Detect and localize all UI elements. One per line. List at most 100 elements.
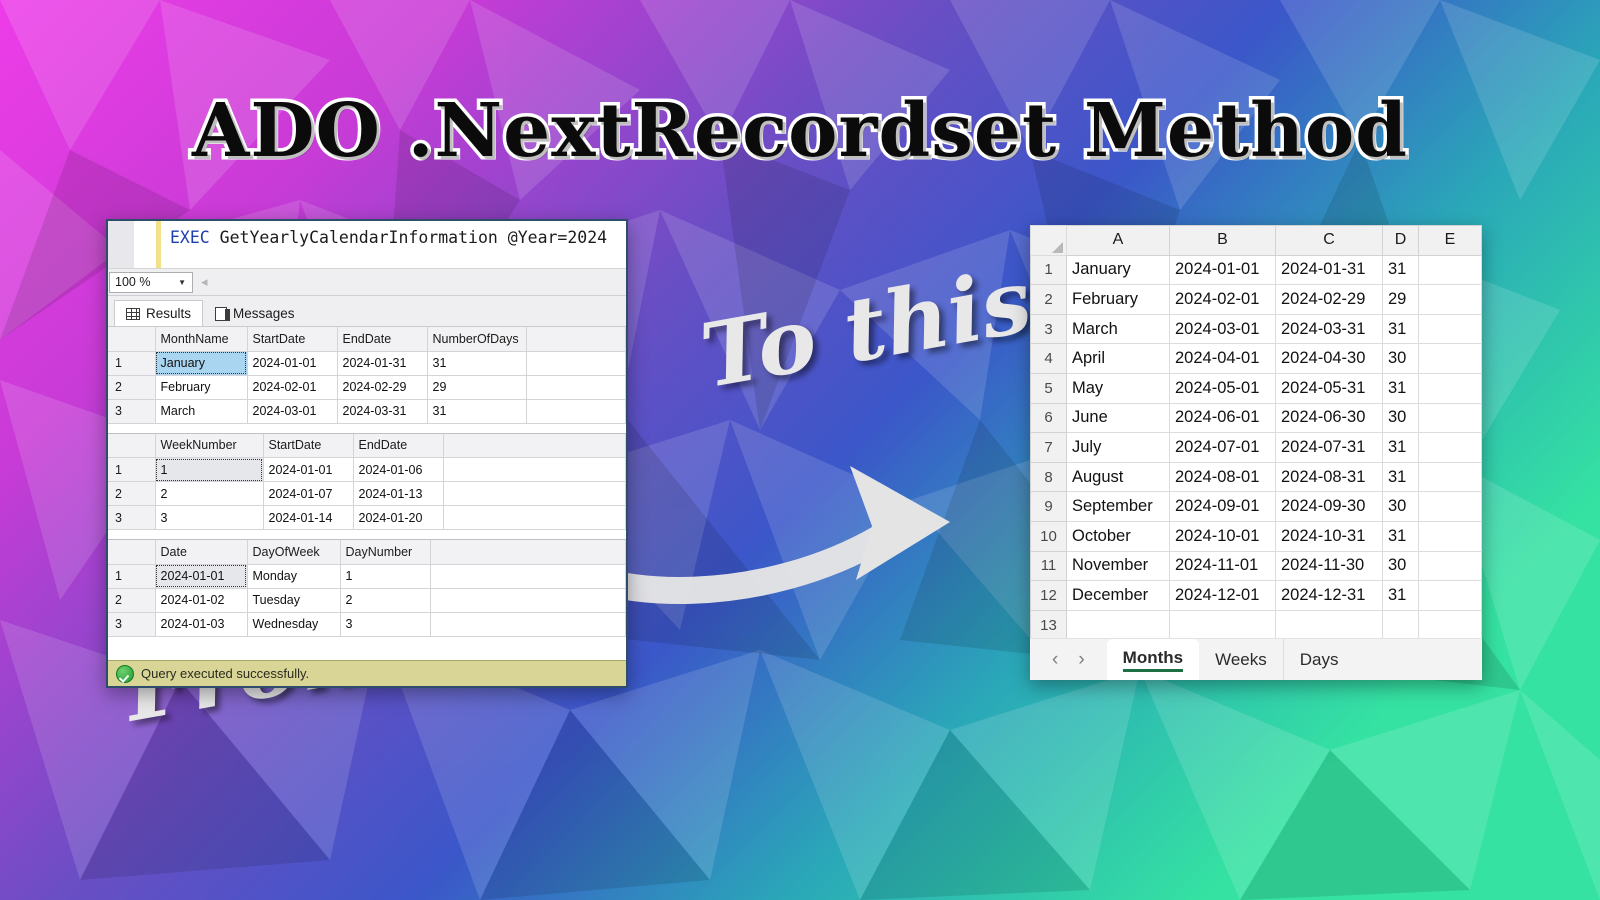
cell[interactable]: 2024-01-06	[353, 457, 444, 482]
excel-cell[interactable]: 2024-02-29	[1275, 284, 1383, 315]
cell[interactable]: 3	[340, 612, 431, 637]
col-header[interactable]: DayOfWeek	[247, 540, 341, 565]
cell[interactable]: 1	[340, 564, 431, 589]
column-header-b[interactable]: B	[1169, 225, 1276, 256]
table-row[interactable]: 1 January 2024-01-01 2024-01-31 31	[108, 351, 626, 376]
excel-cell[interactable]: November	[1066, 550, 1170, 582]
sheet-tab-weeks[interactable]: Weeks	[1199, 639, 1284, 680]
tab-messages[interactable]: Messages	[203, 300, 307, 326]
cell[interactable]: 31	[427, 399, 527, 424]
excel-cell[interactable]: 31	[1382, 254, 1419, 286]
excel-row-header[interactable]: 9	[1030, 491, 1067, 522]
excel-cell[interactable]: February	[1066, 284, 1170, 315]
column-header-c[interactable]: C	[1275, 225, 1383, 256]
excel-cell[interactable]: April	[1066, 343, 1170, 374]
excel-cell[interactable]: 29	[1382, 284, 1419, 315]
excel-cell[interactable]: 2024-09-30	[1275, 491, 1383, 522]
cell[interactable]: 2024-01-20	[353, 505, 444, 530]
zoom-level-select[interactable]: 100 % ▼	[109, 271, 193, 293]
excel-cell[interactable]	[1418, 580, 1482, 611]
row-number[interactable]: 1	[108, 351, 156, 376]
excel-cell[interactable]: 31	[1382, 580, 1419, 611]
excel-cell[interactable]: 30	[1382, 343, 1419, 374]
excel-row[interactable]: 3 March 2024-03-01 2024-03-31 31	[1030, 313, 1482, 345]
excel-cell[interactable]	[1418, 609, 1482, 641]
cell[interactable]: Monday	[247, 564, 341, 589]
excel-cell[interactable]	[1418, 372, 1482, 404]
col-header[interactable]: NumberOfDays	[427, 327, 527, 352]
excel-cell[interactable]: 2024-04-01	[1169, 343, 1276, 374]
cell[interactable]: 2024-01-14	[263, 505, 354, 530]
sheet-next-icon[interactable]: ›	[1078, 649, 1084, 671]
col-header[interactable]: WeekNumber	[155, 433, 264, 458]
table-row[interactable]: 1 2024-01-01 Monday 1	[108, 564, 626, 589]
excel-row-header[interactable]: 10	[1030, 520, 1067, 552]
excel-cell[interactable]: 2024-07-01	[1169, 432, 1276, 463]
excel-cell[interactable]: 31	[1382, 372, 1419, 404]
cell[interactable]: 2024-01-01	[247, 351, 338, 376]
cell[interactable]: Tuesday	[247, 588, 341, 613]
resultset-months[interactable]: MonthName StartDate EndDate NumberOfDays…	[108, 327, 626, 424]
excel-row-header[interactable]: 11	[1030, 550, 1067, 582]
col-header[interactable]: EndDate	[353, 433, 444, 458]
row-number[interactable]: 3	[108, 399, 156, 424]
row-number[interactable]: 2	[108, 588, 156, 613]
excel-cell[interactable]: 2024-10-01	[1169, 520, 1276, 552]
sheet-tab-days[interactable]: Days	[1284, 639, 1355, 680]
row-number[interactable]: 3	[108, 612, 156, 637]
cell[interactable]: 2024-01-01	[263, 457, 354, 482]
cell[interactable]: 29	[427, 375, 527, 400]
excel-cell[interactable]: 2024-05-31	[1275, 372, 1383, 404]
excel-cell[interactable]: 2024-08-01	[1169, 461, 1276, 493]
cell[interactable]: 31	[427, 351, 527, 376]
cell[interactable]: Wednesday	[247, 612, 341, 637]
cell[interactable]: 2024-03-31	[337, 399, 428, 424]
excel-cell[interactable]	[1418, 461, 1482, 493]
table-row[interactable]: 3 3 2024-01-14 2024-01-20	[108, 505, 626, 530]
excel-row-header[interactable]: 1	[1030, 254, 1067, 286]
excel-row[interactable]: 11 November 2024-11-01 2024-11-30 30	[1030, 550, 1482, 582]
excel-cell[interactable]	[1418, 254, 1482, 286]
row-number[interactable]: 2	[108, 481, 156, 506]
excel-cell[interactable]: 2024-07-31	[1275, 432, 1383, 463]
cell[interactable]: 2	[155, 481, 264, 506]
table-row[interactable]: 1 1 2024-01-01 2024-01-06	[108, 457, 626, 482]
excel-cell[interactable]: 2024-01-01	[1169, 254, 1276, 286]
excel-cell[interactable]: 2024-09-01	[1169, 491, 1276, 522]
excel-cell[interactable]: June	[1066, 402, 1170, 434]
excel-cell[interactable]: 2024-01-31	[1275, 254, 1383, 286]
excel-cell[interactable]: September	[1066, 491, 1170, 522]
excel-cell[interactable]: 2024-03-01	[1169, 313, 1276, 345]
excel-cell[interactable]: March	[1066, 313, 1170, 345]
excel-cell[interactable]	[1169, 609, 1276, 641]
excel-cell[interactable]: 30	[1382, 491, 1419, 522]
sql-editor[interactable]: EXEC GetYearlyCalendarInformation @Year=…	[108, 221, 626, 269]
cell[interactable]: March	[155, 399, 248, 424]
excel-cell[interactable]: 2024-10-31	[1275, 520, 1383, 552]
excel-row[interactable]: 8 August 2024-08-01 2024-08-31 31	[1030, 461, 1482, 493]
excel-cell[interactable]	[1418, 550, 1482, 582]
excel-row[interactable]: 7 July 2024-07-01 2024-07-31 31	[1030, 432, 1482, 463]
resultset-weeks[interactable]: WeekNumber StartDate EndDate 1 1 2024-01…	[108, 433, 626, 530]
excel-cell[interactable]: 31	[1382, 432, 1419, 463]
col-header[interactable]: Date	[155, 540, 248, 565]
excel-row-header[interactable]: 2	[1030, 284, 1067, 315]
table-row[interactable]: 2 February 2024-02-01 2024-02-29 29	[108, 375, 626, 400]
cell[interactable]: 2024-01-03	[155, 612, 248, 637]
excel-cell[interactable]: 2024-06-30	[1275, 402, 1383, 434]
row-number[interactable]: 1	[108, 457, 156, 482]
select-all-corner[interactable]	[1030, 225, 1067, 256]
cell[interactable]: 2024-01-13	[353, 481, 444, 506]
excel-row-header[interactable]: 13	[1030, 609, 1067, 641]
scroll-left-icon[interactable]: ◂	[201, 274, 208, 290]
cell[interactable]: 2024-02-01	[247, 375, 338, 400]
excel-cell[interactable]: 2024-06-01	[1169, 402, 1276, 434]
excel-cell[interactable]: October	[1066, 520, 1170, 552]
col-header[interactable]: MonthName	[155, 327, 248, 352]
row-number[interactable]: 2	[108, 375, 156, 400]
excel-row-header[interactable]: 7	[1030, 432, 1067, 463]
excel-cell[interactable]: 2024-05-01	[1169, 372, 1276, 404]
excel-cell[interactable]	[1418, 343, 1482, 374]
excel-cell[interactable]: 2024-03-31	[1275, 313, 1383, 345]
resultset-days[interactable]: Date DayOfWeek DayNumber 1 2024-01-01 Mo…	[108, 540, 626, 637]
